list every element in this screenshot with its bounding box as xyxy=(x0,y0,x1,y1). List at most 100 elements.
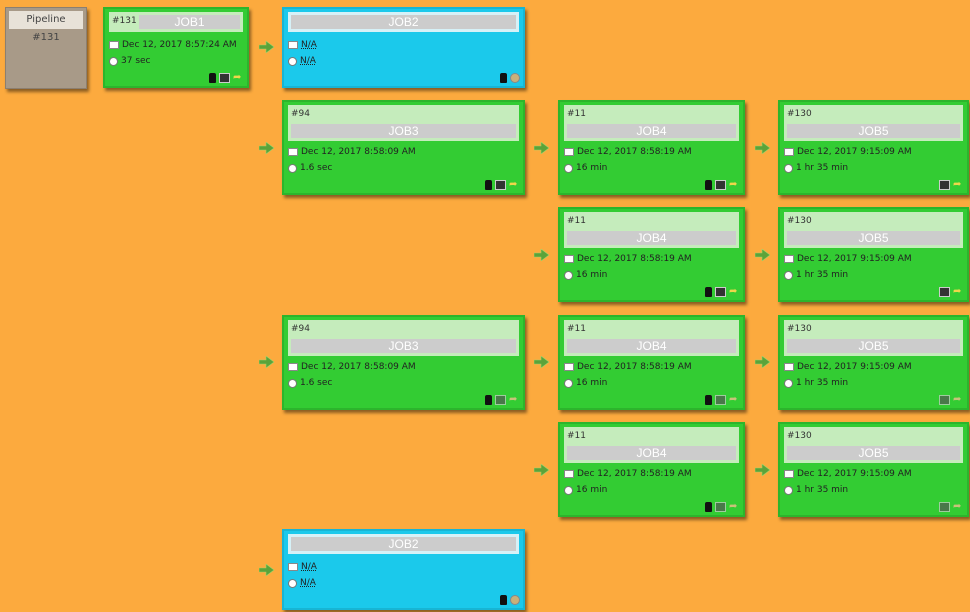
calendar-icon xyxy=(288,563,298,571)
duration: 1 hr 35 min xyxy=(796,270,849,280)
rerun-arrow-icon[interactable]: ➦ xyxy=(509,180,520,190)
job-name[interactable]: JOB4 xyxy=(567,446,736,460)
console-icon[interactable] xyxy=(495,395,506,405)
rerun-arrow-icon[interactable]: ➦ xyxy=(729,287,740,297)
console-icon[interactable] xyxy=(495,180,506,190)
job-name[interactable]: JOB3 xyxy=(291,124,516,138)
console-icon[interactable] xyxy=(715,502,726,512)
start-time-row: Dec 12, 2017 8:58:09 AM xyxy=(288,147,416,157)
clock-icon xyxy=(564,378,573,388)
job-card-job1[interactable]: #131 JOB1 Dec 12, 2017 8:57:24 AM 37 sec… xyxy=(103,7,249,88)
artifact-icon[interactable] xyxy=(705,180,712,190)
job-card-job5[interactable]: #130 JOB5 Dec 12, 2017 9:15:09 AM 1 hr 3… xyxy=(778,207,969,302)
rerun-arrow-icon[interactable]: ➦ xyxy=(729,502,740,512)
job-card-job4[interactable]: #11 JOB4 Dec 12, 2017 8:58:19 AM 16 min … xyxy=(558,422,745,517)
build-number[interactable]: #130 xyxy=(787,324,812,334)
job-card-job4[interactable]: #11 JOB4 Dec 12, 2017 8:58:19 AM 16 min … xyxy=(558,100,745,195)
job-actions: ➦ xyxy=(939,180,964,190)
start-time: Dec 12, 2017 9:15:09 AM xyxy=(797,469,912,479)
job-name[interactable]: JOB2 xyxy=(291,15,516,29)
console-icon[interactable] xyxy=(219,73,230,83)
job-name[interactable]: JOB4 xyxy=(567,231,736,245)
job-card-job4[interactable]: #11 JOB4 Dec 12, 2017 8:58:19 AM 16 min … xyxy=(558,207,745,302)
job-card-job2-top[interactable]: JOB2 N/A N/A xyxy=(282,7,525,88)
pipeline-box[interactable]: Pipeline #131 xyxy=(5,7,87,89)
pipeline-build-number[interactable]: #131 xyxy=(6,32,86,43)
duration-row: N/A xyxy=(288,578,316,588)
job-name[interactable]: JOB5 xyxy=(787,339,960,353)
rerun-arrow-icon[interactable]: ➦ xyxy=(729,395,740,405)
job-card-job5[interactable]: #130 JOB5 Dec 12, 2017 9:15:09 AM 1 hr 3… xyxy=(778,315,969,410)
duration: 1 hr 35 min xyxy=(796,163,849,173)
artifact-icon[interactable] xyxy=(485,395,492,405)
job-name[interactable]: JOB5 xyxy=(787,124,960,138)
build-number[interactable]: #11 xyxy=(567,431,586,441)
job-name[interactable]: JOB1 xyxy=(139,15,240,29)
console-icon[interactable] xyxy=(939,180,950,190)
console-icon[interactable] xyxy=(715,395,726,405)
rerun-arrow-icon[interactable]: ➦ xyxy=(953,502,964,512)
artifact-icon[interactable] xyxy=(705,502,712,512)
build-number[interactable]: #130 xyxy=(787,109,812,119)
job-name[interactable]: JOB5 xyxy=(787,446,960,460)
start-time-row: Dec 12, 2017 8:58:19 AM xyxy=(564,147,692,157)
duration-row: 16 min xyxy=(564,270,607,280)
job-actions: ➦ xyxy=(705,502,740,512)
artifact-icon[interactable] xyxy=(209,73,216,83)
job-card-job4[interactable]: #11 JOB4 Dec 12, 2017 8:58:19 AM 16 min … xyxy=(558,315,745,410)
connector-arrow-icon xyxy=(755,142,770,154)
trigger-build-icon[interactable] xyxy=(510,73,520,83)
rerun-arrow-icon[interactable]: ➦ xyxy=(729,180,740,190)
job-card-job3[interactable]: #94 JOB3 Dec 12, 2017 8:58:09 AM 1.6 sec… xyxy=(282,100,525,195)
job-name[interactable]: JOB5 xyxy=(787,231,960,245)
duration-row: 1 hr 35 min xyxy=(784,485,848,495)
rerun-arrow-icon[interactable]: ➦ xyxy=(953,287,964,297)
artifact-icon[interactable] xyxy=(705,287,712,297)
console-icon[interactable] xyxy=(939,502,950,512)
connector-arrow-icon xyxy=(755,464,770,476)
job-header: #11 JOB4 xyxy=(564,105,739,141)
job-name[interactable]: JOB3 xyxy=(291,339,516,353)
console-icon[interactable] xyxy=(939,287,950,297)
build-number[interactable]: #11 xyxy=(567,109,586,119)
build-number[interactable]: #130 xyxy=(787,216,812,226)
build-number[interactable]: #94 xyxy=(291,109,310,119)
job-name[interactable]: JOB4 xyxy=(567,339,736,353)
job-actions: ➦ xyxy=(705,395,740,405)
trigger-build-icon[interactable] xyxy=(510,595,520,605)
connector-arrow-icon xyxy=(259,356,274,368)
calendar-icon xyxy=(288,363,298,371)
duration: N/A xyxy=(300,56,316,66)
console-icon[interactable] xyxy=(715,180,726,190)
rerun-arrow-icon[interactable]: ➦ xyxy=(953,180,964,190)
rerun-arrow-icon[interactable]: ➦ xyxy=(953,395,964,405)
rerun-arrow-icon[interactable]: ➦ xyxy=(233,73,244,83)
artifact-icon[interactable] xyxy=(485,180,492,190)
console-icon[interactable] xyxy=(715,287,726,297)
start-time-row: N/A xyxy=(288,40,317,50)
duration: 1.6 sec xyxy=(300,163,333,173)
build-number[interactable]: #131 xyxy=(112,16,137,26)
job-card-job3[interactable]: #94 JOB3 Dec 12, 2017 8:58:09 AM 1.6 sec… xyxy=(282,315,525,410)
start-time: Dec 12, 2017 8:58:19 AM xyxy=(577,469,692,479)
duration: 1 hr 35 min xyxy=(796,378,849,388)
console-icon[interactable] xyxy=(939,395,950,405)
build-number[interactable]: #11 xyxy=(567,216,586,226)
build-number[interactable]: #11 xyxy=(567,324,586,334)
job-header: #94 JOB3 xyxy=(288,320,519,356)
job-card-job5[interactable]: #130 JOB5 Dec 12, 2017 9:15:09 AM 1 hr 3… xyxy=(778,100,969,195)
clock-icon xyxy=(784,485,793,495)
job-card-job5[interactable]: #130 JOB5 Dec 12, 2017 9:15:09 AM 1 hr 3… xyxy=(778,422,969,517)
artifact-icon[interactable] xyxy=(705,395,712,405)
build-number[interactable]: #94 xyxy=(291,324,310,334)
job-header: #130 JOB5 xyxy=(784,427,963,463)
build-number[interactable]: #130 xyxy=(787,431,812,441)
artifact-icon[interactable] xyxy=(500,595,507,605)
job-name[interactable]: JOB2 xyxy=(291,537,516,551)
job-name[interactable]: JOB4 xyxy=(567,124,736,138)
artifact-icon[interactable] xyxy=(500,73,507,83)
clock-icon xyxy=(288,578,297,588)
rerun-arrow-icon[interactable]: ➦ xyxy=(509,395,520,405)
job-card-job2-bottom[interactable]: JOB2 N/A N/A xyxy=(282,529,525,610)
duration-row: 1 hr 35 min xyxy=(784,163,848,173)
